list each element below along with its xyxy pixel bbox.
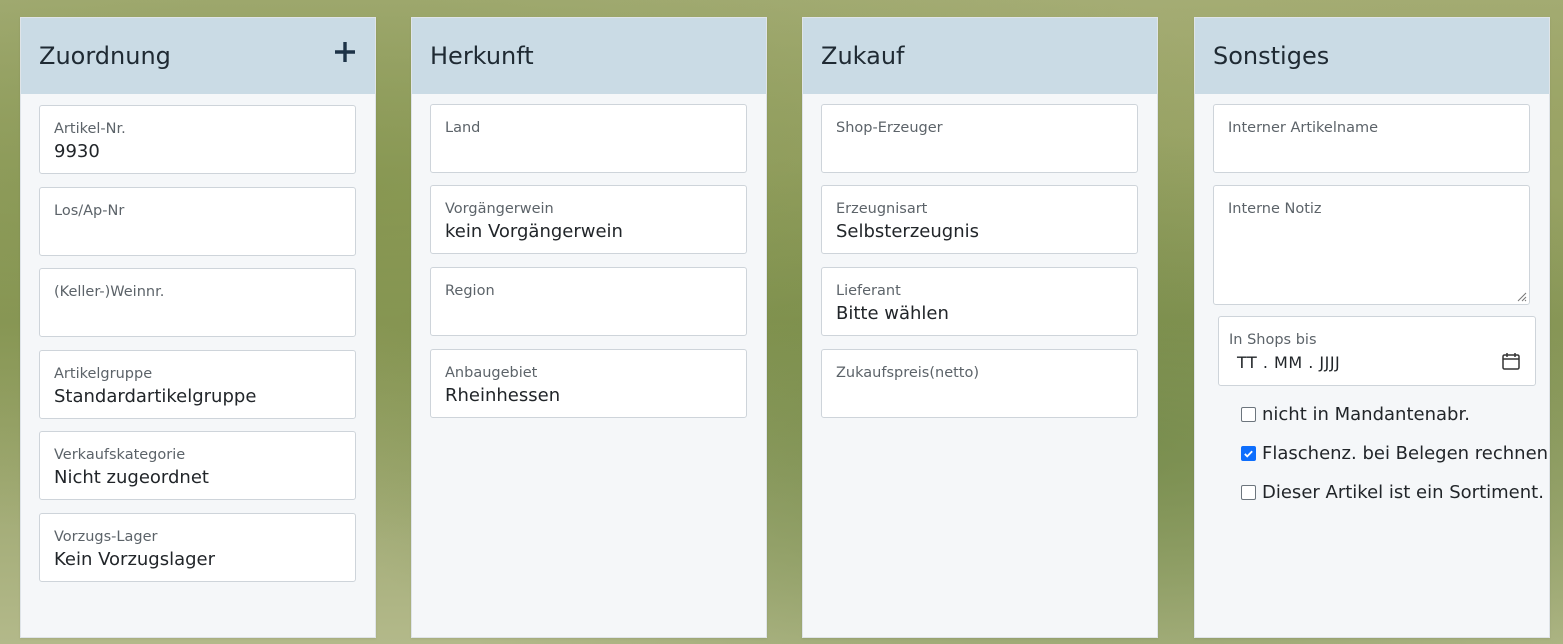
los-ap-nr-field[interactable]: Los/Ap-Nr [39, 187, 356, 256]
land-select[interactable]: Land [430, 104, 747, 173]
erzeugnisart-select[interactable]: Erzeugnisart Selbsterzeugnis [821, 185, 1138, 254]
field-label: Artikel-Nr. [54, 121, 126, 137]
card-title: Zukauf [821, 42, 905, 70]
checkbox-box[interactable] [1241, 446, 1256, 461]
field-value: Nicht zugeordnet [54, 467, 209, 488]
checkbox-label: Flaschenz. bei Belegen rechnen [1262, 443, 1549, 464]
field-label: Interne Notiz [1228, 201, 1322, 217]
checkbox-box[interactable] [1241, 485, 1256, 500]
field-label: Shop-Erzeuger [836, 120, 943, 136]
checkbox-box[interactable] [1241, 407, 1256, 422]
vorzugs-lager-select[interactable]: Vorzugs-Lager Kein Vorzugslager [39, 513, 356, 582]
field-value: Rheinhessen [445, 385, 561, 406]
field-value: Standardartikelgruppe [54, 386, 257, 407]
lieferant-select[interactable]: Lieferant Bitte wählen [821, 267, 1138, 336]
card-title: Sonstiges [1213, 42, 1330, 70]
field-label: Vorgängerwein [445, 201, 554, 217]
shop-erzeuger-select[interactable]: Shop-Erzeuger [821, 104, 1138, 173]
field-label: In Shops bis [1229, 332, 1317, 348]
field-value: 9930 [54, 141, 100, 162]
field-label: Los/Ap-Nr [54, 203, 125, 219]
card-zuordnung: Zuordnung Artikel-Nr. 9930 Los/Ap-Nr (Ke… [20, 17, 376, 638]
card-header: Sonstiges [1195, 18, 1549, 94]
card-title: Zuordnung [39, 42, 171, 70]
field-value: Selbsterzeugnis [836, 221, 979, 242]
checkbox-flaschenz[interactable]: Flaschenz. bei Belegen rechnen [1241, 443, 1548, 464]
field-value: Bitte wählen [836, 303, 949, 324]
keller-weinnr-field[interactable]: (Keller-)Weinnr. [39, 268, 356, 337]
checkbox-sortiment[interactable]: Dieser Artikel ist ein Sortiment. [1241, 482, 1544, 503]
card-header: Zuordnung [21, 18, 375, 94]
card-title: Herkunft [430, 42, 534, 70]
field-label: Erzeugnisart [836, 201, 928, 217]
add-button[interactable] [333, 36, 357, 70]
in-shops-bis-date-input[interactable]: In Shops bis TT . MM . JJJJ [1218, 316, 1536, 386]
card-header: Herkunft [412, 18, 766, 94]
check-icon [1244, 450, 1253, 458]
region-select[interactable]: Region [430, 267, 747, 336]
card-sonstiges: Sonstiges Interner Artikelname Interne N… [1194, 17, 1550, 638]
zukaufspreis-field[interactable]: Zukaufspreis(netto) [821, 349, 1138, 418]
card-zukauf: Zukauf Shop-Erzeuger Erzeugnisart Selbst… [802, 17, 1158, 638]
field-label: Vorzugs-Lager [54, 529, 158, 545]
checkbox-mandantenabr[interactable]: nicht in Mandantenabr. [1241, 404, 1470, 425]
plus-icon [335, 42, 355, 62]
card-herkunft: Herkunft Land Vorgängerwein kein Vorgäng… [411, 17, 767, 638]
field-label: Land [445, 120, 481, 136]
field-label: Interner Artikelname [1228, 120, 1379, 136]
field-label: Verkaufskategorie [54, 447, 186, 463]
interner-artikelname-field[interactable]: Interner Artikelname [1213, 104, 1530, 173]
calendar-icon[interactable] [1501, 351, 1521, 371]
checkbox-label: nicht in Mandantenabr. [1262, 404, 1470, 425]
interne-notiz-textarea[interactable]: Interne Notiz [1213, 185, 1530, 305]
field-label: Lieferant [836, 283, 901, 299]
card-header: Zukauf [803, 18, 1157, 94]
field-label: Region [445, 283, 495, 299]
vorgaengerwein-select[interactable]: Vorgängerwein kein Vorgängerwein [430, 185, 747, 254]
field-label: Zukaufspreis(netto) [836, 365, 980, 381]
resize-handle-icon[interactable] [1515, 290, 1527, 302]
field-label: (Keller-)Weinnr. [54, 284, 165, 300]
field-value: kein Vorgängerwein [445, 221, 623, 242]
verkaufskategorie-select[interactable]: Verkaufskategorie Nicht zugeordnet [39, 431, 356, 500]
field-label: Anbaugebiet [445, 365, 538, 381]
field-label: Artikelgruppe [54, 366, 153, 382]
anbaugebiet-select[interactable]: Anbaugebiet Rheinhessen [430, 349, 747, 418]
artikelgruppe-select[interactable]: Artikelgruppe Standardartikelgruppe [39, 350, 356, 419]
date-placeholder: TT . MM . JJJJ [1237, 353, 1341, 372]
checkbox-label: Dieser Artikel ist ein Sortiment. [1262, 482, 1544, 503]
field-value: Kein Vorzugslager [54, 549, 216, 570]
artikel-nr-field[interactable]: Artikel-Nr. 9930 [39, 105, 356, 174]
